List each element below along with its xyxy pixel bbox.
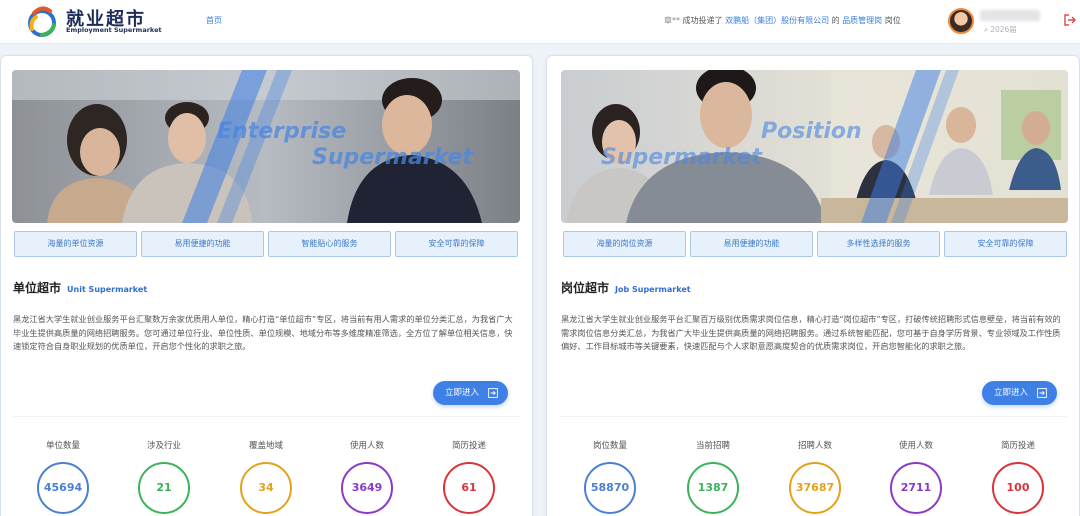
application-ticker: 章** 成功投递了 双鹏船（集团）股份有限公司 的 品质管理岗 岗位 <box>664 15 901 26</box>
feature-tag: 安全可靠的保障 <box>395 231 518 257</box>
unit-description: 黑龙江省大学生就业创业服务平台汇聚数万余家优质用人单位，精心打造“单位超市”专区… <box>13 314 513 352</box>
stat-item: 单位数量 45694 <box>13 439 113 514</box>
job-title-en: Job Supermarket <box>615 285 691 294</box>
logout-icon[interactable] <box>1064 14 1076 26</box>
job-banner: Position Supermarket <box>561 70 1068 223</box>
stat-value: 58870 <box>584 462 636 514</box>
stat-label: 简历投递 <box>451 441 486 451</box>
feature-tag: 多样性选择的服务 <box>817 231 940 257</box>
unit-section-title: 单位超市 Unit Supermarket <box>13 279 147 296</box>
job-features: 海量的岗位资源 易用便捷的功能 多样性选择的服务 安全可靠的保障 <box>563 231 1067 257</box>
unit-enter-button[interactable]: 立即进入 <box>433 381 508 405</box>
user-grade: ⌕ 2026届 <box>984 24 1017 35</box>
enter-button-label: 立即进入 <box>445 388 480 398</box>
stat-value: 61 <box>443 462 495 514</box>
job-banner-text-1: Position <box>761 119 862 144</box>
stat-label: 覆盖地域 <box>248 441 283 451</box>
job-title-text: 岗位超市 <box>561 281 610 295</box>
feature-tag: 海量的单位资源 <box>14 231 137 257</box>
stat-label: 使用人数 <box>898 441 933 451</box>
stat-item: 岗位数量 58870 <box>560 439 660 514</box>
job-banner-text-2: Supermarket <box>601 145 763 170</box>
job-enter-button[interactable]: 立即进入 <box>982 381 1057 405</box>
stat-value: 1387 <box>687 462 739 514</box>
logo-subtitle: Employment Supermarket <box>66 26 162 34</box>
grade-icon: ⌕ <box>984 25 989 34</box>
stat-item: 招聘人数 37687 <box>765 439 865 514</box>
feature-tag: 易用便捷的功能 <box>690 231 813 257</box>
stat-label: 单位数量 <box>45 441 80 451</box>
unit-title-text: 单位超市 <box>13 281 62 295</box>
nav-home-link[interactable]: 首页 <box>206 15 222 26</box>
stat-value: 37687 <box>789 462 841 514</box>
unit-supermarket-card: Enterprise Supermarket 海量的单位资源 易用便捷的功能 智… <box>0 55 533 516</box>
ticker-text: 的 <box>831 16 840 25</box>
ticker-position[interactable]: 品质管理岗 <box>842 16 882 25</box>
stat-label: 招聘人数 <box>797 441 832 451</box>
stat-value: 45694 <box>37 462 89 514</box>
unit-stats: 单位数量 45694 涉及行业 21 覆盖地域 34 使用人数 3649 简历投… <box>1 439 532 516</box>
user-name[interactable] <box>980 10 1040 21</box>
stat-value: 34 <box>240 462 292 514</box>
stat-label: 使用人数 <box>349 441 384 451</box>
feature-tag: 安全可靠的保障 <box>944 231 1067 257</box>
stat-item: 使用人数 2711 <box>866 439 966 514</box>
stat-item: 简历投递 61 <box>419 439 519 514</box>
stat-value: 100 <box>992 462 1044 514</box>
stat-item: 使用人数 3649 <box>317 439 417 514</box>
stat-value: 21 <box>138 462 190 514</box>
stat-item: 简历投递 100 <box>968 439 1068 514</box>
enter-arrow-icon <box>488 388 498 398</box>
ticker-text: 岗位 <box>884 16 901 25</box>
stat-value: 2711 <box>890 462 942 514</box>
stat-item: 当前招聘 1387 <box>663 439 763 514</box>
unit-features: 海量的单位资源 易用便捷的功能 智能贴心的服务 安全可靠的保障 <box>14 231 518 257</box>
stat-label: 当前招聘 <box>695 441 730 451</box>
ticker-user: 章** <box>664 16 680 25</box>
ticker-text: 成功投递了 <box>682 16 723 25</box>
user-grade-text: 2026届 <box>990 25 1017 34</box>
job-stats: 岗位数量 58870 当前招聘 1387 招聘人数 37687 使用人数 271… <box>547 439 1079 516</box>
avatar[interactable] <box>948 8 974 34</box>
enter-arrow-icon <box>1037 388 1047 398</box>
unit-title-en: Unit Supermarket <box>67 285 148 294</box>
feature-tag: 智能贴心的服务 <box>268 231 391 257</box>
unit-banner-image: Enterprise Supermarket <box>12 70 520 223</box>
job-description: 黑龙江省大学生就业创业服务平台汇聚百万级别优质需求岗位信息，精心打造“岗位超市”… <box>561 314 1061 352</box>
stat-item: 覆盖地域 34 <box>216 439 316 514</box>
job-supermarket-card: Position Supermarket 海量的岗位资源 易用便捷的功能 多样性… <box>546 55 1080 516</box>
feature-tag: 海量的岗位资源 <box>563 231 686 257</box>
feature-tag: 易用便捷的功能 <box>141 231 264 257</box>
stat-label: 简历投递 <box>1000 441 1035 451</box>
stat-item: 涉及行业 21 <box>114 439 214 514</box>
unit-banner: Enterprise Supermarket <box>12 70 520 223</box>
enter-button-label: 立即进入 <box>994 388 1029 398</box>
job-section-title: 岗位超市 Job Supermarket <box>561 279 691 296</box>
stat-label: 岗位数量 <box>592 441 627 451</box>
unit-banner-text-1: Enterprise <box>217 119 346 144</box>
top-header: 就业超市 Employment Supermarket 首页 章** 成功投递了… <box>0 0 1080 44</box>
job-banner-image: Position Supermarket <box>561 70 1068 223</box>
ticker-company[interactable]: 双鹏船（集团）股份有限公司 <box>725 16 829 25</box>
stat-value: 3649 <box>341 462 393 514</box>
divider <box>559 416 1067 417</box>
divider <box>13 416 520 417</box>
unit-banner-text-2: Supermarket <box>312 145 474 170</box>
stat-label: 涉及行业 <box>146 441 181 451</box>
logo-icon[interactable] <box>24 3 60 39</box>
